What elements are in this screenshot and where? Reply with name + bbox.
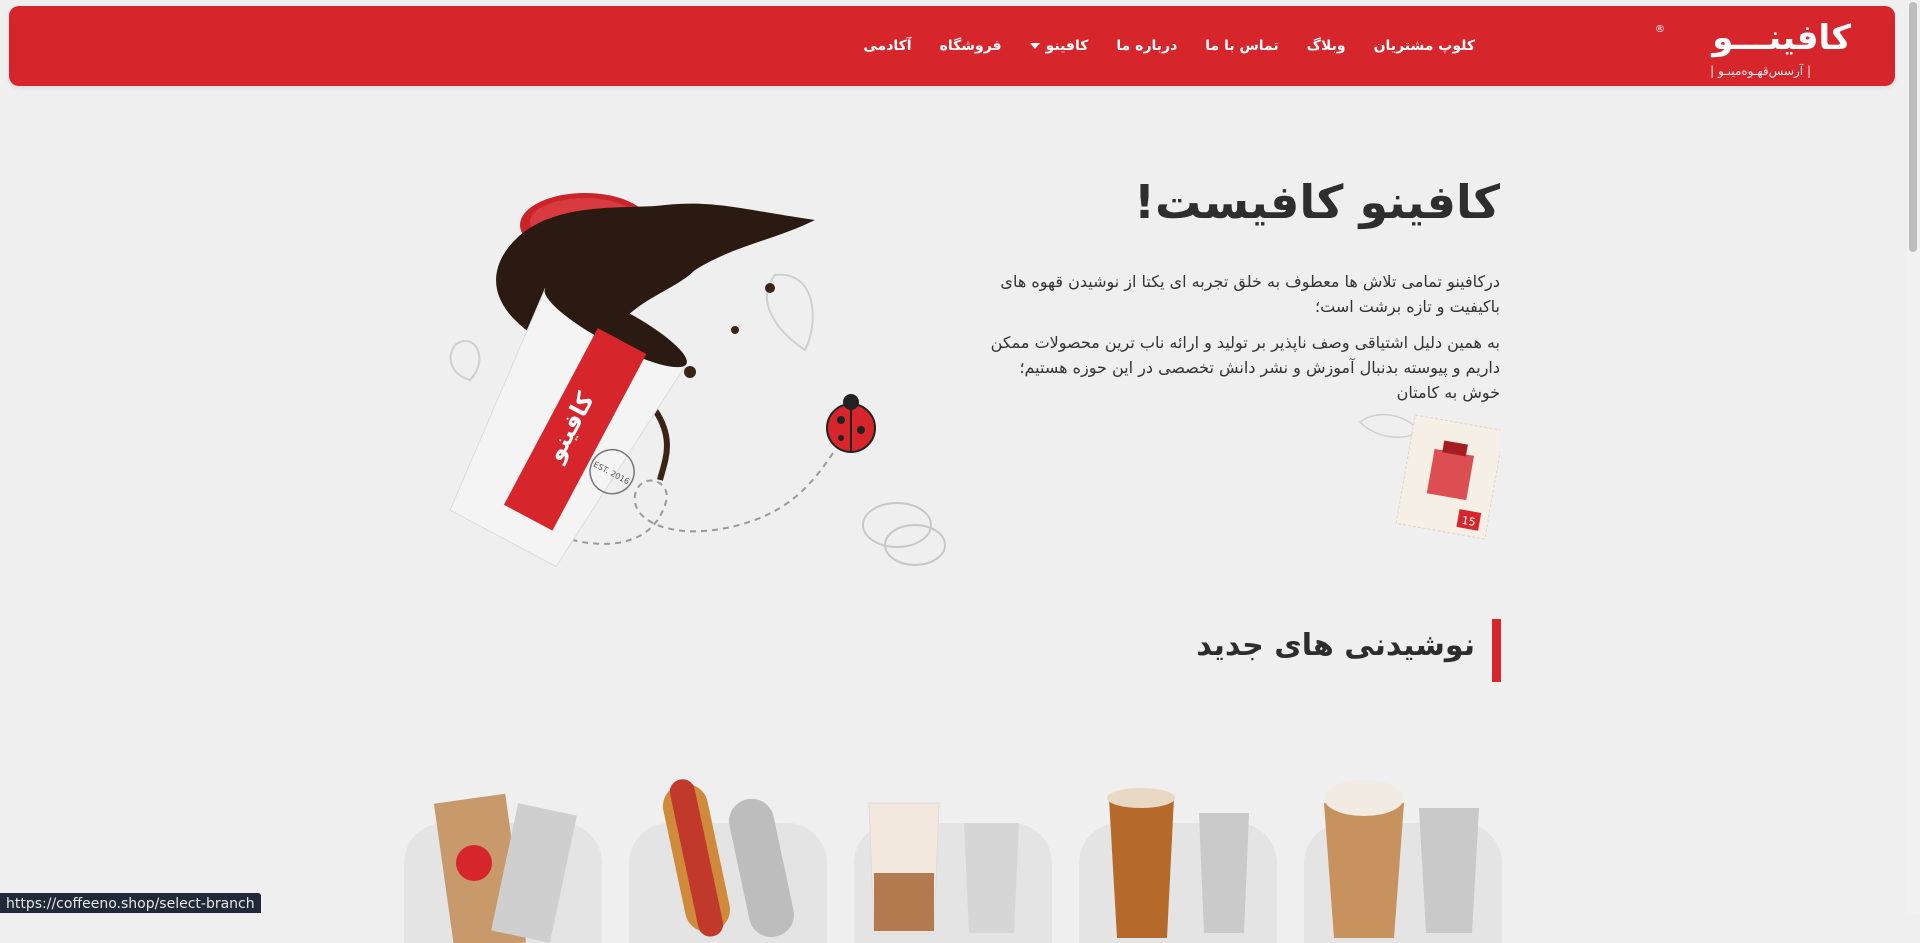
iced-caramel-image: [1107, 788, 1249, 938]
menu-item-club[interactable]: کلوپ مشتریان: [1374, 38, 1475, 54]
hero-paragraph-2: به همین دلیل اشتیاقی وصف ناپذیر بر تولید…: [990, 333, 1500, 402]
status-bar-url: https://coffeeno.shop/select-branch: [0, 893, 261, 913]
section-title-new-drinks: نوشیدنی های جدید: [1196, 628, 1475, 663]
menu-item-blog[interactable]: وبلاگ: [1307, 38, 1346, 54]
product-card-hotdog[interactable]: [629, 779, 827, 943]
logo-wordmark: کافینـــو: [1712, 18, 1851, 58]
menu-item-about[interactable]: درباره ما: [1116, 38, 1177, 54]
product-card-iced-caramel[interactable]: [1079, 788, 1277, 943]
hero-title: کافینو کافیست!: [1134, 175, 1500, 229]
menu-item-cafeeno[interactable]: کافینو: [1029, 38, 1088, 54]
latte-image: [868, 802, 1019, 934]
coffee-bag-image: [433, 793, 577, 943]
menu-item-shop[interactable]: فروشگاه: [940, 38, 1002, 54]
product-card-frappe[interactable]: [1304, 780, 1502, 943]
product-card-coffee-bag[interactable]: [404, 793, 602, 943]
menu-item-contact[interactable]: تماس با ما: [1205, 38, 1278, 54]
section-accent-bar: [1492, 619, 1501, 682]
main-menu: آکادمی فروشگاه کافینو درباره ما تماس با …: [863, 6, 1475, 86]
top-navbar: کافینـــو ® | آرسس‌قهـوه‌مینـو | آکادمی …: [9, 6, 1895, 86]
product-card-latte[interactable]: [854, 802, 1052, 943]
hotdog-image: [662, 779, 794, 937]
stamp-number: 15: [1461, 514, 1477, 529]
coffee-cup-illustration: کافینو EST. 2016: [449, 193, 946, 568]
chevron-down-icon: [1029, 43, 1040, 49]
grinder-stamp-illustration: 15: [1358, 413, 1500, 540]
brand-logo[interactable]: کافینـــو ® | آرسس‌قهـوه‌مینـو |: [1651, 18, 1851, 84]
registered-mark: ®: [1655, 24, 1665, 35]
page-scrollbar[interactable]: [1906, 0, 1920, 913]
logo-tagline: | آرسس‌قهـوه‌مینـو |: [1710, 64, 1811, 78]
ladybug-icon: [826, 394, 876, 453]
frappe-image: [1324, 780, 1479, 938]
menu-item-academy[interactable]: آکادمی: [863, 38, 911, 54]
hero-paragraph-1: درکافینو تمامی تلاش ها معطوف به خلق تجرب…: [1000, 272, 1500, 316]
scrollbar-thumb[interactable]: [1909, 2, 1917, 252]
